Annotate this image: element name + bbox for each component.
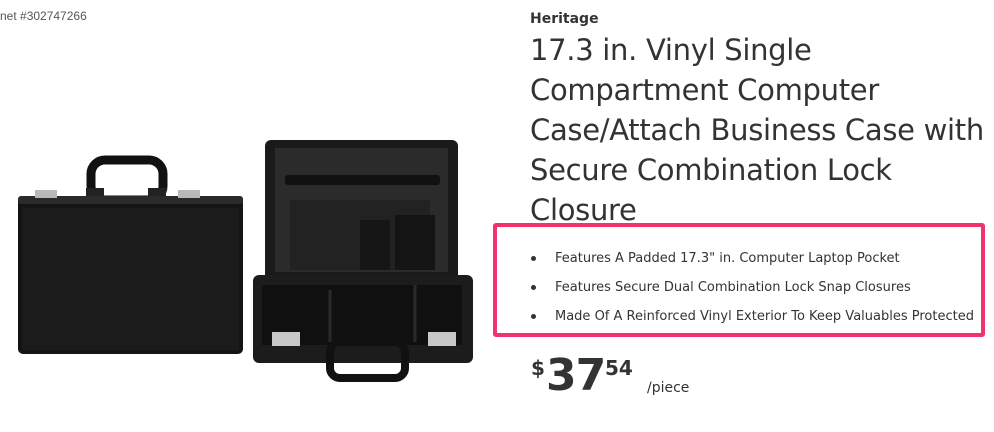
price-cents: 54 <box>605 356 633 380</box>
feature-text: Features Secure Dual Combination Lock Sn… <box>555 280 911 295</box>
feature-item: Features A Padded 17.3" in. Computer Lap… <box>531 244 974 273</box>
internet-number: net #302747266 <box>0 9 87 23</box>
bullet-icon <box>531 256 536 261</box>
feature-item: Made Of A Reinforced Vinyl Exterior To K… <box>531 302 974 331</box>
open-briefcase-image <box>253 140 473 382</box>
closed-briefcase-image <box>18 155 243 354</box>
feature-text: Features A Padded 17.3" in. Computer Lap… <box>555 251 900 266</box>
product-title: 17.3 in. Vinyl Single Compartment Comput… <box>530 33 984 227</box>
feature-item: Features Secure Dual Combination Lock Sn… <box>531 273 974 302</box>
features-highlight-box: Features A Padded 17.3" in. Computer Lap… <box>493 223 985 337</box>
product-image[interactable] <box>0 120 505 410</box>
price-currency: $ <box>531 356 545 380</box>
price-unit: /piece <box>647 380 690 396</box>
feature-text: Made Of A Reinforced Vinyl Exterior To K… <box>555 309 974 324</box>
brand-name[interactable]: Heritage <box>530 11 599 27</box>
bullet-icon <box>531 314 536 319</box>
bullet-icon <box>531 285 536 290</box>
features-list: Features A Padded 17.3" in. Computer Lap… <box>531 244 974 331</box>
price-dollars: 37 <box>546 350 606 401</box>
